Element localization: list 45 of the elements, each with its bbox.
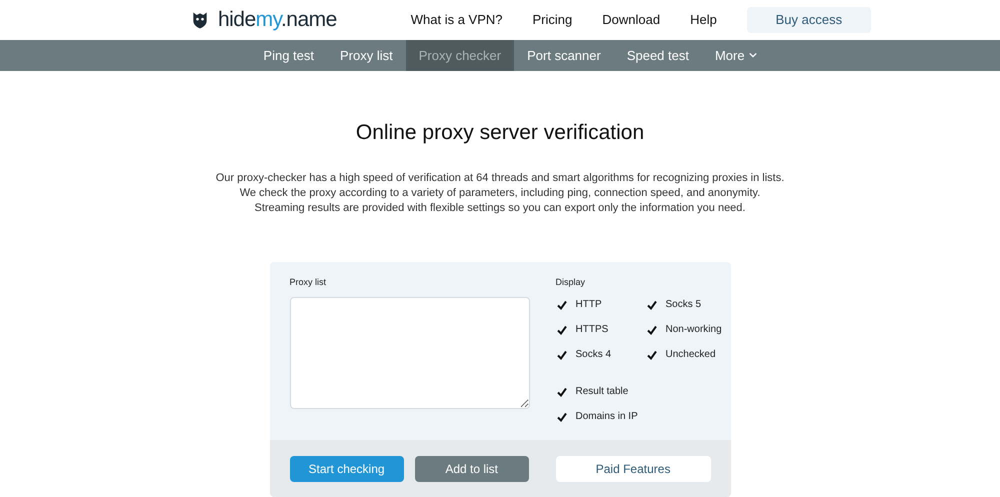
display-option[interactable]: HTTPS — [556, 322, 646, 337]
display-option[interactable]: Domains in IP — [556, 409, 730, 424]
tools-tab[interactable]: Proxy list — [327, 40, 406, 71]
proxy-list-field[interactable] — [290, 297, 530, 409]
form-button[interactable]: Paid Features — [556, 456, 710, 482]
check-icon — [556, 410, 568, 422]
display-option[interactable]: Result table — [556, 384, 730, 399]
check-icon — [646, 298, 658, 310]
checkbox[interactable] — [646, 348, 658, 360]
tools-tab[interactable]: Ping test — [250, 40, 327, 71]
intro-text: Streaming results are provided with flexible settings so you can export only the information you need. — [254, 200, 746, 216]
intro-text: We check the proxy according to a variety of parameters, including ping, connection speed, and anonymity. — [240, 186, 760, 200]
nav-link[interactable]: Download — [602, 10, 660, 30]
tools-tab[interactable]: More — [702, 40, 770, 71]
page-title: Online proxy server verification — [356, 120, 644, 146]
check-icon — [556, 348, 568, 360]
checkbox[interactable] — [646, 298, 658, 310]
form-button[interactable]: Add to list — [414, 456, 529, 482]
chevron-down-icon — [748, 52, 757, 58]
checkbox[interactable] — [556, 386, 568, 398]
display-option[interactable]: Socks 5 — [646, 297, 730, 312]
checkbox[interactable] — [556, 324, 568, 336]
display-option[interactable]: Unchecked — [646, 347, 730, 362]
checkbox[interactable] — [646, 324, 658, 336]
buy-access-button[interactable]: Buy access — [746, 6, 871, 33]
check-icon — [556, 386, 568, 398]
nav-link[interactable]: What is a VPN? — [410, 10, 503, 30]
field-label: Display — [556, 276, 586, 289]
tools-tab[interactable]: Port scanner — [514, 40, 614, 71]
display-option[interactable]: Non-working — [646, 322, 730, 337]
tools-tab[interactable]: Speed test — [614, 40, 702, 71]
nav-link[interactable]: Help — [690, 10, 717, 30]
check-icon — [646, 348, 658, 360]
field-label: Proxy list — [290, 276, 328, 289]
check-icon — [556, 298, 568, 310]
checkbox[interactable] — [556, 410, 568, 422]
check-icon — [646, 324, 658, 336]
site-logo[interactable]: hidemy.name — [218, 4, 337, 36]
display-option[interactable]: Socks 4 — [556, 347, 646, 362]
display-option[interactable]: HTTP — [556, 297, 646, 312]
checkbox[interactable] — [556, 298, 568, 310]
nav-link[interactable]: Pricing — [532, 10, 572, 30]
check-icon — [556, 324, 568, 336]
checkbox[interactable] — [556, 348, 568, 360]
intro-text: Our proxy-checker has a high speed of verification at 64 threads and smart algorithms for recognizing proxies in lists. — [216, 170, 784, 186]
